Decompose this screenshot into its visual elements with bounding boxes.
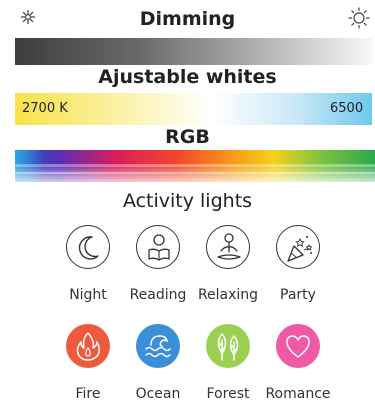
activity-title: Activity lights (122, 190, 253, 212)
rgb-title: RGB (165, 126, 210, 148)
rgb-color-slider[interactable] (15, 150, 375, 182)
activity-label-party: Party (280, 287, 316, 303)
meditation-icon (206, 225, 250, 269)
whites-title: Ajustable whites (98, 66, 277, 88)
trees-icon (206, 324, 250, 368)
activity-label-romance: Romance (265, 386, 331, 402)
activity-fire[interactable] (66, 324, 110, 368)
moon-icon (66, 225, 110, 269)
activity-night[interactable] (66, 225, 110, 269)
white-min-label: 2700 K (22, 101, 68, 116)
reading-person-icon (136, 225, 180, 269)
activity-party[interactable] (276, 225, 320, 269)
dimming-slider[interactable] (15, 38, 372, 65)
white-temperature-slider[interactable] (15, 93, 372, 125)
sun-large-icon (348, 7, 370, 29)
activity-ocean[interactable] (136, 324, 180, 368)
activity-relaxing[interactable] (206, 225, 250, 269)
activity-forest[interactable] (206, 324, 250, 368)
heart-icon (276, 324, 320, 368)
activity-romance[interactable] (276, 324, 320, 368)
waves-icon (136, 324, 180, 368)
white-max-label: 6500 (330, 101, 364, 116)
party-popper-icon (276, 225, 320, 269)
flame-icon (66, 324, 110, 368)
activity-reading[interactable] (136, 225, 180, 269)
dimming-title: Dimming (139, 8, 236, 30)
